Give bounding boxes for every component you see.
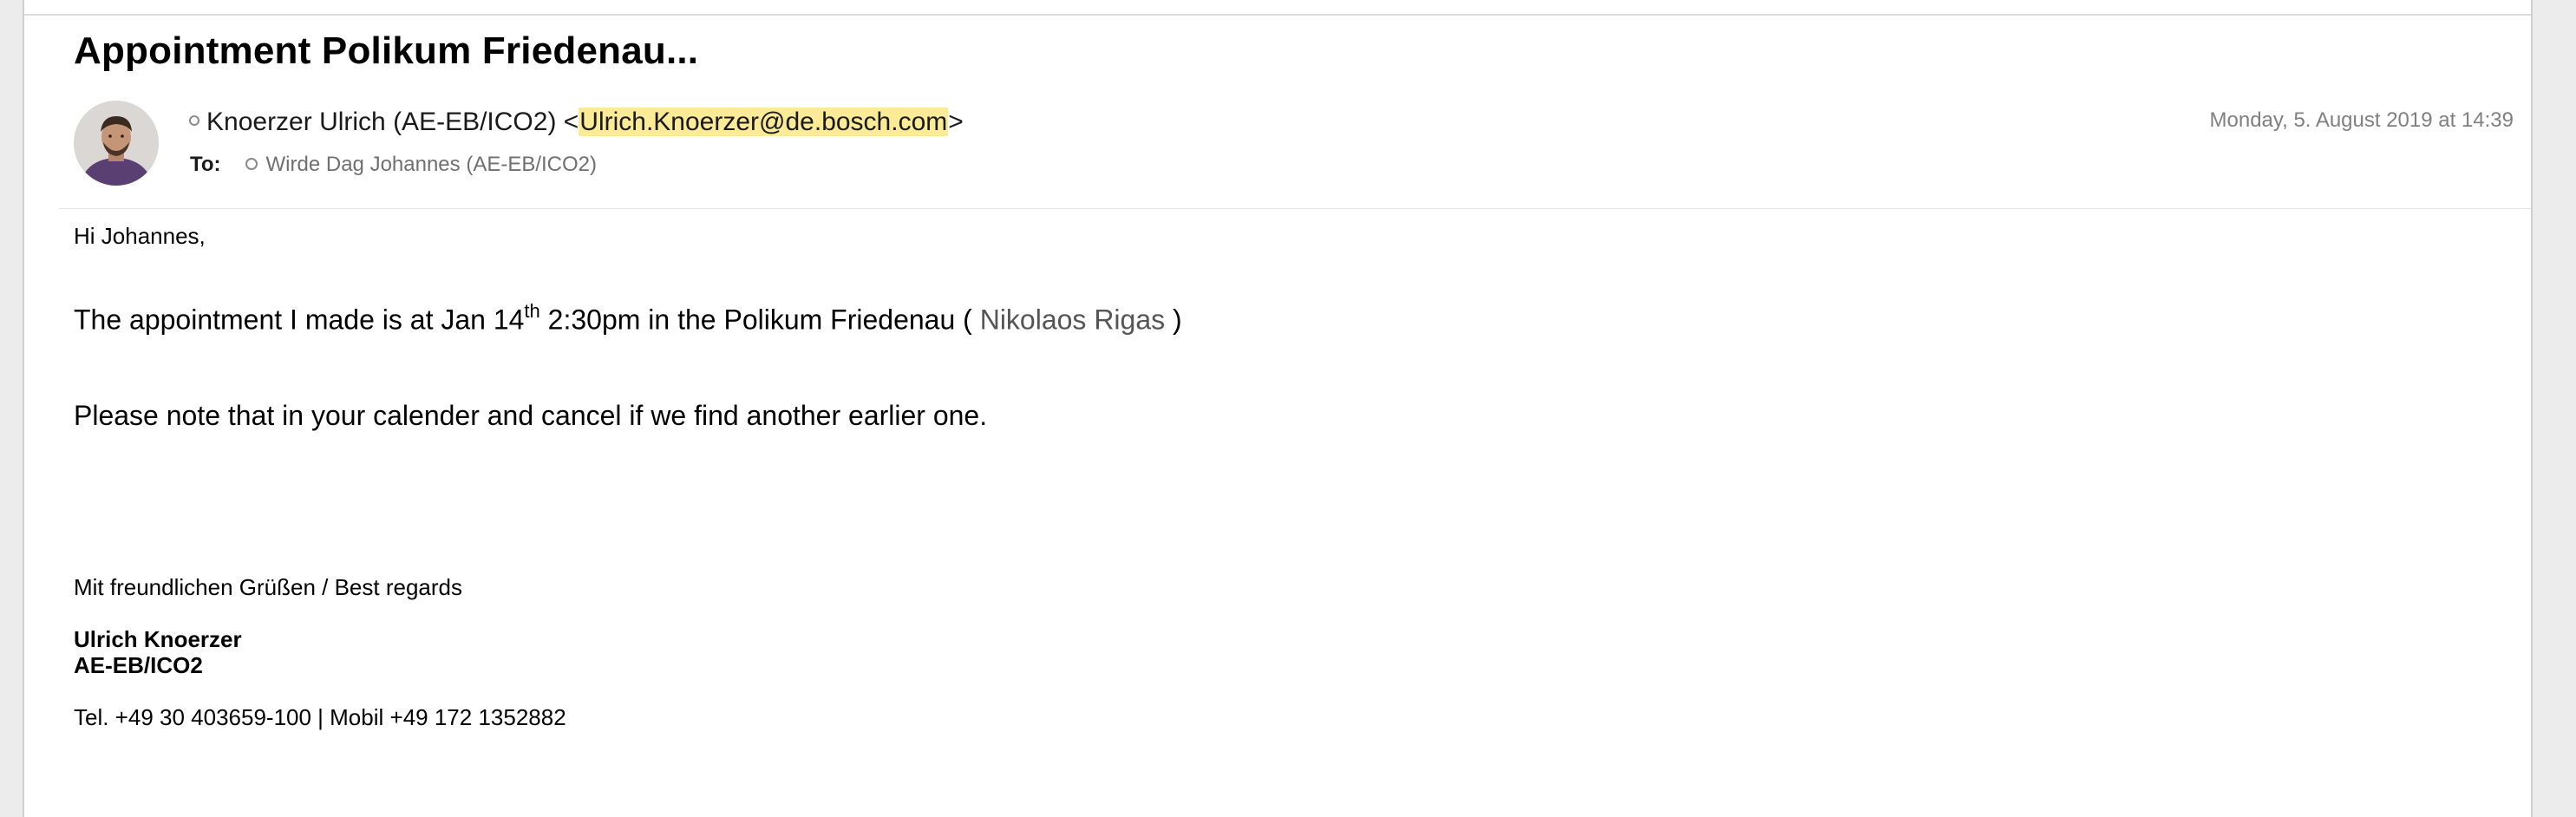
sender-line: Knoerzer Ulrich (AE-EB/ICO2) <Ulrich.Kno… [189,108,964,137]
recipient-status-icon [245,157,258,170]
recipient-line: To: Wirde Dag Johannes (AE-EB/ICO2) [190,153,597,177]
contact-link[interactable]: Nikolaos Rigas [980,304,1165,336]
signature-phone: Tel. +49 30 403659-100 | Mobil +49 172 1… [74,704,566,730]
message-subject: Appointment Polikum Friedenau... [74,29,699,72]
sender-name[interactable]: Knoerzer Ulrich (AE-EB/ICO2) [206,108,556,136]
body-greeting: Hi Johannes, [74,223,206,249]
to-label: To: [190,153,221,176]
mail-message-window: Appointment Polikum Friedenau... Knoerze… [23,0,2533,817]
header-divider [59,208,2531,209]
signature-department: AE-EB/ICO2 [74,652,203,678]
appointment-text-cont: 2:30pm in the Polikum Friedenau ( [539,304,980,336]
ordinal-suffix: th [524,300,540,322]
message-date: Monday, 5. August 2019 at 14:39 [2209,108,2514,132]
window-top-strip [24,0,2531,16]
sender-email[interactable]: Ulrich.Knoerzer@de.bosch.com [579,108,949,136]
sender-status-icon [189,115,199,127]
signature-closing: Mit freundlichen Grüßen / Best regards [74,574,462,600]
avatar-image [74,101,159,186]
appointment-text-end: ) [1165,304,1182,336]
signature-name: Ulrich Knoerzer [74,626,242,652]
recipient-name[interactable]: Wirde Dag Johannes (AE-EB/ICO2) [266,153,597,176]
body-paragraph-note: Please note that in your calender and ca… [74,400,988,431]
sender-avatar[interactable] [74,101,159,186]
appointment-text: The appointment I made is at Jan 14 [74,304,525,336]
body-paragraph-appointment: The appointment I made is at Jan 14th 2:… [74,300,1182,337]
